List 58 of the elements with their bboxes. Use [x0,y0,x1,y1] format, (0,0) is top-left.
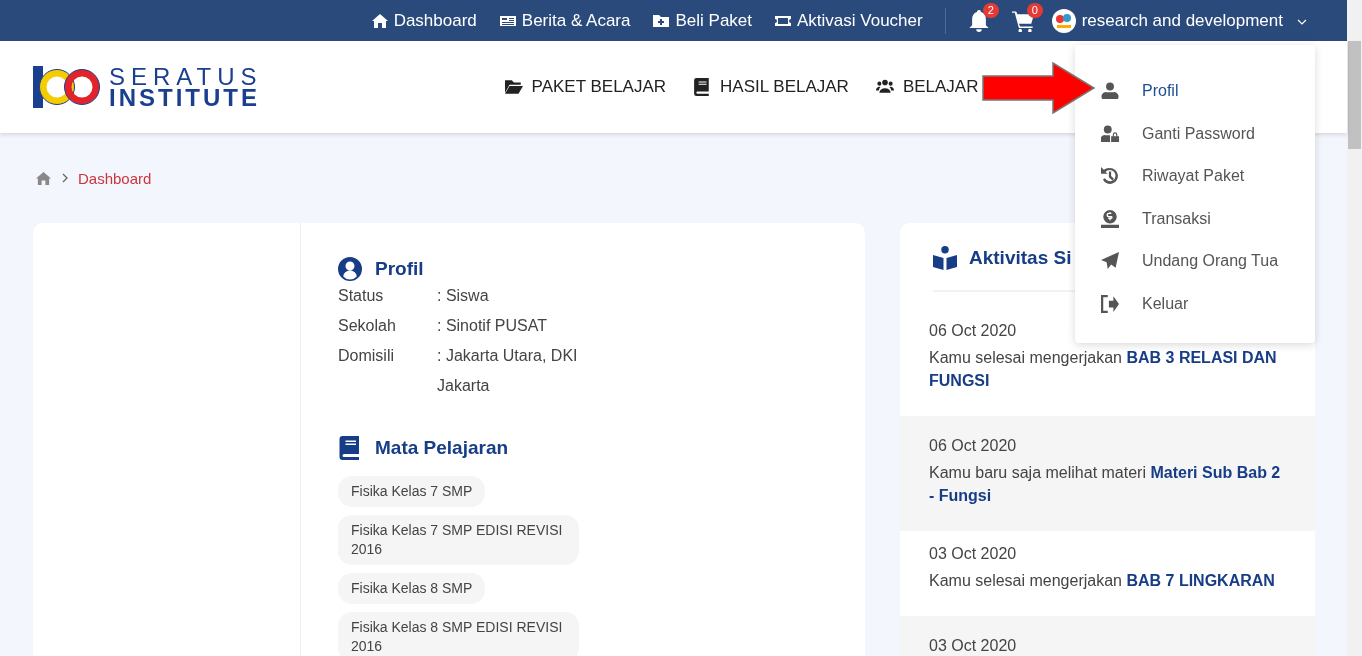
subject-chip[interactable]: Fisika Kelas 7 SMP EDISI REVISI 2016 [338,515,579,565]
main-nav-link[interactable]: HASIL BELAJAR [692,77,849,97]
field-label: Domisili [338,346,395,366]
top-nav-link[interactable]: Beli Paket [652,10,752,31]
chevron-down-icon [1297,19,1307,25]
activity-text: Kamu baru saja melihat materi Materi Sub Bab 2 - Fungsi [929,463,1282,506]
field-value: : Jakarta Utara, DKI Jakarta [437,346,579,396]
section-title: Mata Pelajaran [375,437,509,459]
home-icon [370,12,389,29]
bell-icon [967,9,990,32]
paper-plane-icon [1101,252,1119,271]
field-label: Status [338,286,385,306]
menu-item[interactable]: Keluar [1097,282,1315,325]
reader-icon [933,246,957,270]
cart-icon [1011,9,1034,32]
book-icon [338,436,362,460]
activity-date: 06 Oct 2020 [929,321,1017,341]
chevron-icon [62,173,68,183]
scrollbar[interactable] [1347,0,1362,656]
users-icon [874,78,895,96]
menu-item[interactable]: Ganti Password [1097,112,1315,155]
activity-date: 03 Oct 2020 [929,544,1017,564]
money-icon [1101,209,1119,228]
subject-chip[interactable]: Fisika Kelas 8 SMP [338,573,486,604]
field-value: : Sinotif PUSAT [437,316,548,336]
activity-date: 03 Oct 2020 [929,636,1017,656]
cart-count: 0 [1026,2,1043,18]
user-lock-icon [1101,124,1119,143]
subject-chip[interactable]: Fisika Kelas 8 SMP EDISI REVISI 2016 [338,612,579,656]
section-title: Aktivitas Si [969,247,1072,269]
field-label: Sekolah [338,316,397,336]
avatar [1051,8,1076,33]
user-icon [1101,82,1119,101]
top-nav-link[interactable]: Aktivasi Voucher [774,10,923,31]
user-menu-toggle[interactable]: research and development [1051,8,1307,33]
menu-item[interactable]: Undang Orang Tua [1097,240,1315,283]
scrollbar-thumb[interactable] [1348,41,1361,149]
notification-count: 2 [982,2,999,18]
subject-chip[interactable]: Fisika Kelas 7 SMP [338,476,486,507]
top-nav-link[interactable]: Dashboard [370,10,477,31]
history-icon [1101,167,1119,186]
section-title: Profil [375,258,424,280]
folder-plus-icon [652,12,671,29]
menu-item[interactable]: Profil [1097,70,1315,113]
activity-date: 06 Oct 2020 [929,436,1017,456]
sign-out-icon [1101,294,1119,313]
home-icon [35,170,52,186]
main-nav-link[interactable]: BELAJAR [874,77,979,97]
field-value: : Siswa [437,286,490,306]
logo[interactable]: SERATUS INSTITUTE [33,66,263,108]
breadcrumb-link[interactable]: Dashboard [78,169,152,187]
menu-item[interactable]: Transaksi [1097,197,1315,240]
menu-item[interactable]: Riwayat Paket [1097,155,1315,198]
top-nav-link[interactable]: Berita & Acara [498,10,631,31]
folder-icon [503,78,524,96]
activity-text: Kamu selesai mengerjakan BAB 7 LINGKARAN [929,571,1275,591]
activity-text: Kamu selesai mengerjakan BAB 3 RELASI DAN FUNGSI [929,348,1278,391]
main-nav-link[interactable]: PAKET BELAJAR [503,77,667,97]
